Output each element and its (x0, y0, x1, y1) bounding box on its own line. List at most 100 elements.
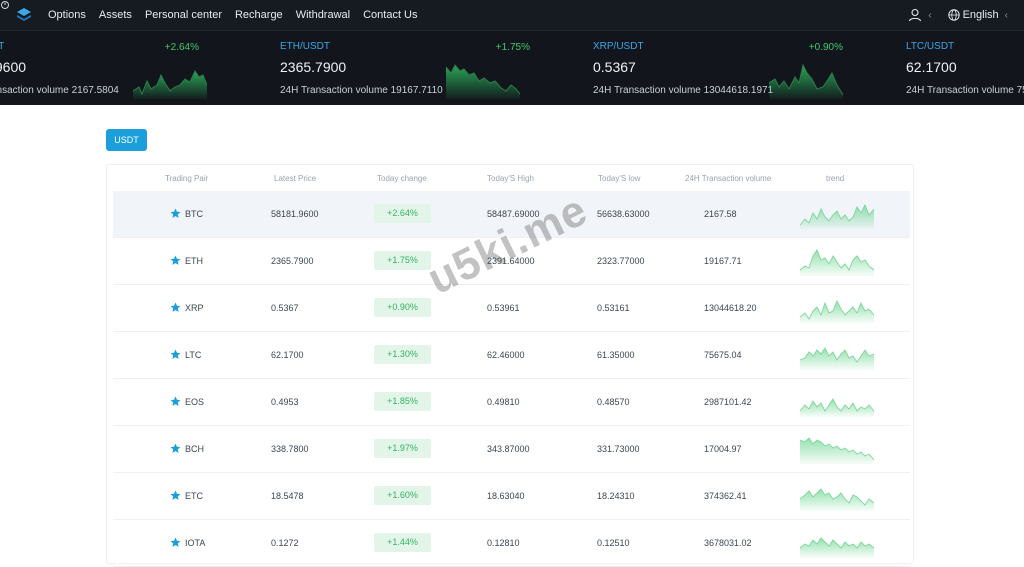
ticker-sparkline (446, 64, 520, 99)
today-low: 61.35000 (597, 350, 635, 360)
ticker-pair: ETH/USDT (280, 41, 330, 52)
pair-symbol: EOS (185, 397, 205, 407)
ticker-volume: ansaction volume 2167.5804 (0, 85, 119, 96)
pair-symbol: BTC (185, 209, 203, 219)
today-low: 0.53161 (597, 303, 630, 313)
ticker-card[interactable]: LTC/USDT 62.1700 24H Transaction volume … (906, 31, 1024, 105)
latest-price: 0.4953 (271, 397, 299, 407)
table-row[interactable]: XRP 0.5367 +0.90% 0.53961 0.53161 13044618.20 (113, 285, 910, 332)
ticker-price: 2365.7900 (280, 59, 347, 75)
today-low: 0.48570 (597, 397, 630, 407)
tab-usdt[interactable]: USDT (106, 129, 147, 151)
ticker-pair: LTC/USDT (906, 41, 955, 52)
ticker-sparkline (769, 63, 843, 99)
change-badge: +1.44% (374, 533, 431, 552)
today-high: 2391.64000 (487, 256, 535, 266)
ticker-change: +2.64% (164, 42, 199, 53)
pair-symbol: BCH (185, 444, 205, 454)
star-icon[interactable] (170, 255, 181, 266)
change-badge: +1.75% (374, 251, 431, 270)
ticker-card[interactable]: DT +2.64% .9600 ansaction volume 2167.58… (0, 31, 261, 105)
table-row[interactable]: IOTA 0.1272 +1.44% 0.12810 0.12510 3678031.02 (113, 520, 910, 567)
ticker-pair: DT (0, 41, 4, 52)
pair-symbol: ETC (185, 491, 203, 501)
star-icon[interactable] (170, 490, 181, 501)
star-icon[interactable] (170, 443, 181, 454)
change-badge: +2.64% (374, 204, 431, 223)
latest-price: 18.5478 (271, 491, 304, 501)
change-badge: +1.97% (374, 439, 431, 458)
ticker-volume: 24H Transaction volume 19167.7110 (280, 85, 443, 96)
table-row[interactable]: BCH 338.7800 +1.97% 343.87000 331.73000 17004… (113, 426, 910, 473)
latest-price: 58181.9600 (271, 209, 319, 219)
table-row[interactable]: LTC 62.1700 +1.30% 62.46000 61.35000 75675.04 (113, 332, 910, 379)
ticker-card[interactable]: ETH/USDT +1.75% 2365.7900 24H Transactio… (280, 31, 550, 105)
today-high: 62.46000 (487, 350, 525, 360)
ticker-price: 0.5367 (593, 59, 636, 75)
volume-24h: 19167.71 (704, 256, 742, 266)
trend-sparkline (799, 437, 875, 464)
today-low: 331.73000 (597, 444, 640, 454)
table-row[interactable]: ETC 18.5478 +1.60% 18.63040 18.24310 374362.4… (113, 473, 910, 520)
market-table: Trading Pair Latest Price Today change T… (106, 164, 915, 567)
ticker-volume: 24H Transaction volume 13044618.1971 (593, 85, 774, 96)
latest-price: 0.5367 (271, 303, 299, 313)
change-badge: +1.30% (374, 345, 431, 364)
ticker-sparkline (133, 69, 207, 99)
volume-24h: 75675.04 (704, 350, 742, 360)
nav-personal-center[interactable]: Personal center (145, 9, 222, 21)
user-icon[interactable] (908, 8, 922, 22)
chevron-left-icon[interactable]: ‹ (928, 10, 931, 21)
header-today-low: Today'S low (598, 174, 641, 183)
header-today-change: Today change (377, 174, 427, 183)
table-header: Trading Pair Latest Price Today change T… (107, 165, 915, 191)
table-row[interactable]: ETH 2365.7900 +1.75% 2391.64000 2323.77000 19… (113, 238, 910, 285)
trend-sparkline (799, 488, 875, 511)
ticker-change: +0.90% (808, 42, 843, 53)
header-24h-volume: 24H Transaction volume (685, 174, 772, 183)
trend-sparkline (799, 398, 875, 417)
table-row[interactable]: EOS 0.4953 +1.85% 0.49810 0.48570 2987101.42 (113, 379, 910, 426)
ticker-price: 62.1700 (906, 59, 957, 75)
today-high: 18.63040 (487, 491, 525, 501)
nav-contact-us[interactable]: Contact Us (363, 9, 417, 21)
today-low: 2323.77000 (597, 256, 645, 266)
ticker-volume: 24H Transaction volume 75 (906, 85, 1024, 96)
top-navbar: × Options Assets Personal center Recharg… (0, 0, 1024, 30)
logo-icon[interactable] (16, 7, 32, 23)
nav-assets[interactable]: Assets (99, 9, 132, 21)
trend-sparkline (799, 347, 875, 370)
star-icon[interactable] (170, 302, 181, 313)
today-high: 58487.69000 (487, 209, 540, 219)
main-menu: Options Assets Personal center Recharge … (48, 9, 431, 21)
star-icon[interactable] (170, 208, 181, 219)
language-selector[interactable]: English (963, 9, 999, 21)
ticker-pair: XRP/USDT (593, 41, 644, 52)
today-low: 56638.63000 (597, 209, 650, 219)
change-badge: +0.90% (374, 298, 431, 317)
nav-options[interactable]: Options (48, 9, 86, 21)
volume-24h: 374362.41 (704, 491, 747, 501)
ticker-price: .9600 (0, 59, 27, 75)
star-icon[interactable] (170, 537, 181, 548)
volume-24h: 13044618.20 (704, 303, 757, 313)
pair-symbol: ETH (185, 256, 203, 266)
nav-recharge[interactable]: Recharge (235, 9, 283, 21)
table-row[interactable]: BTC 58181.9600 +2.64% 58487.69000 56638.6300… (113, 191, 910, 238)
ticker-change: +1.75% (495, 42, 530, 53)
star-icon[interactable] (170, 396, 181, 407)
trend-sparkline (799, 249, 875, 276)
today-high: 0.53961 (487, 303, 520, 313)
globe-icon (947, 9, 960, 21)
ticker-card[interactable]: XRP/USDT +0.90% 0.5367 24H Transaction v… (593, 31, 863, 105)
volume-24h: 2167.58 (704, 209, 737, 219)
close-icon[interactable]: × (1, 1, 9, 9)
today-low: 18.24310 (597, 491, 635, 501)
nav-withdrawal[interactable]: Withdrawal (296, 9, 350, 21)
chevron-left-icon[interactable]: ‹ (1005, 10, 1008, 21)
latest-price: 2365.7900 (271, 256, 314, 266)
star-icon[interactable] (170, 349, 181, 360)
volume-24h: 17004.97 (704, 444, 742, 454)
trend-sparkline (799, 299, 875, 323)
today-high: 0.49810 (487, 397, 520, 407)
